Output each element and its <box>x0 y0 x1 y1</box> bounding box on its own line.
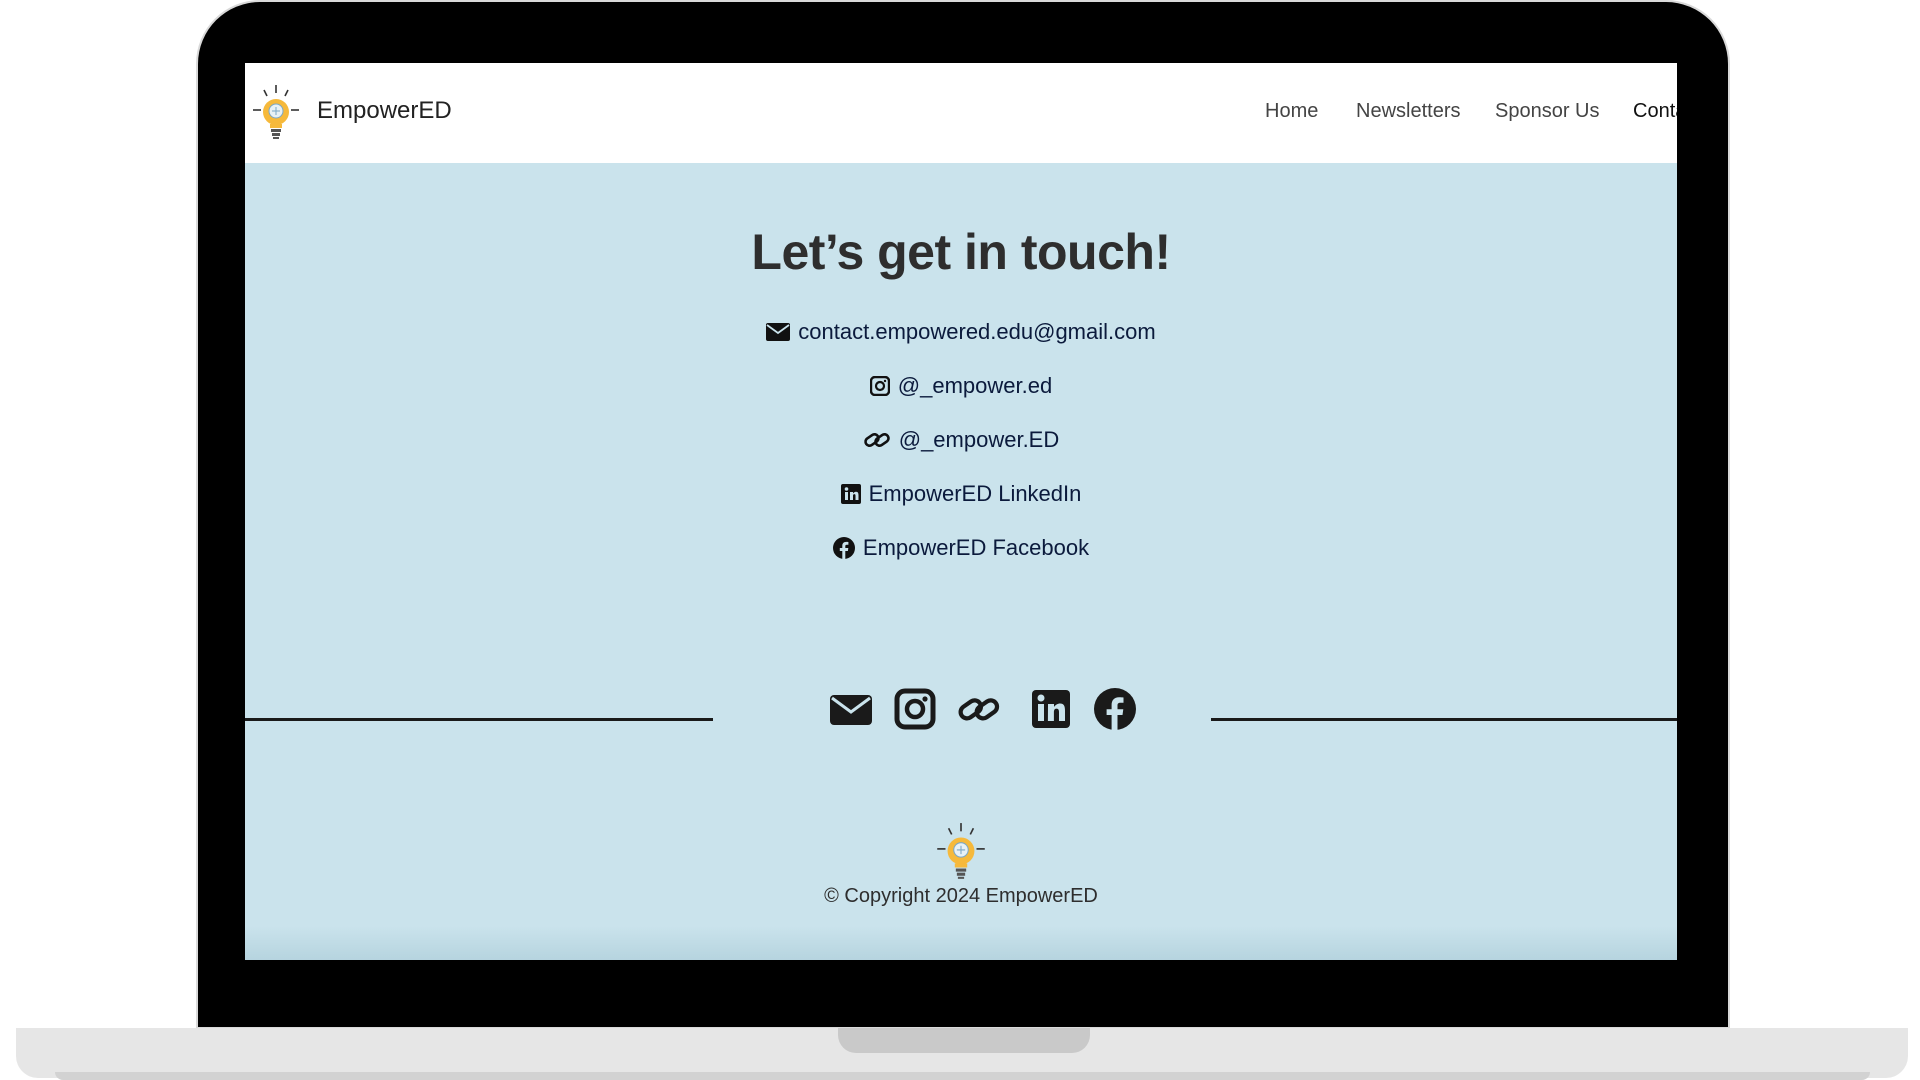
envelope-icon[interactable] <box>829 687 873 731</box>
link-icon[interactable] <box>957 687 1001 731</box>
contact-row-email: contact.empowered.edu@gmail.com <box>245 315 1677 349</box>
link-handle-link[interactable]: @_empower.ED <box>863 427 1060 453</box>
laptop-notch <box>838 1028 1090 1053</box>
contact-row-instagram: @_empower.ed <box>245 369 1677 403</box>
copyright-text: © Copyright 2024 EmpowerED <box>824 885 1098 907</box>
email-text: contact.empowered.edu@gmail.com <box>798 319 1156 344</box>
nav-contact[interactable]: Conta <box>1633 100 1677 123</box>
instagram-handle: @_empower.ed <box>897 373 1053 398</box>
lightbulb-logo-icon[interactable] <box>250 83 302 143</box>
facebook-icon <box>832 537 855 559</box>
linkedin-icon <box>840 484 861 504</box>
lightbulb-logo-icon <box>937 823 985 879</box>
envelope-icon <box>766 323 791 341</box>
nav-newsletters[interactable]: Newsletters <box>1356 100 1460 123</box>
divider-left <box>245 718 713 721</box>
contact-row-link: @_empower.ED <box>245 423 1677 457</box>
instagram-link[interactable]: @_empower.ed <box>869 373 1053 399</box>
nav-home[interactable]: Home <box>1265 100 1318 123</box>
email-link[interactable]: contact.empowered.edu@gmail.com <box>766 319 1156 345</box>
instagram-icon[interactable] <box>893 687 937 731</box>
link-handle-text: @_empower.ED <box>898 427 1060 452</box>
contact-row-facebook: EmpowerED Facebook <box>245 531 1677 565</box>
contact-heading: Let’s get in touch! <box>751 224 1171 280</box>
instagram-icon <box>869 376 890 396</box>
divider-right <box>1211 718 1677 721</box>
link-icon <box>863 432 890 448</box>
facebook-icon[interactable] <box>1093 687 1137 731</box>
linkedin-icon[interactable] <box>1029 687 1073 731</box>
contact-row-linkedin: EmpowerED LinkedIn <box>245 477 1677 511</box>
linkedin-text: EmpowerED LinkedIn <box>868 481 1082 506</box>
facebook-text: EmpowerED Facebook <box>862 535 1090 560</box>
laptop-base-foot <box>55 1072 1870 1080</box>
brand-name[interactable]: EmpowerED <box>317 97 452 125</box>
facebook-link[interactable]: EmpowerED Facebook <box>832 535 1090 561</box>
footer-edge <box>245 926 1677 960</box>
linkedin-link[interactable]: EmpowerED LinkedIn <box>840 481 1082 507</box>
browser-viewport: EmpowerED Home Newsletters Sponsor Us Co… <box>245 63 1677 960</box>
top-navbar: EmpowerED Home Newsletters Sponsor Us Co… <box>245 63 1677 163</box>
nav-sponsor-us[interactable]: Sponsor Us <box>1495 100 1600 123</box>
